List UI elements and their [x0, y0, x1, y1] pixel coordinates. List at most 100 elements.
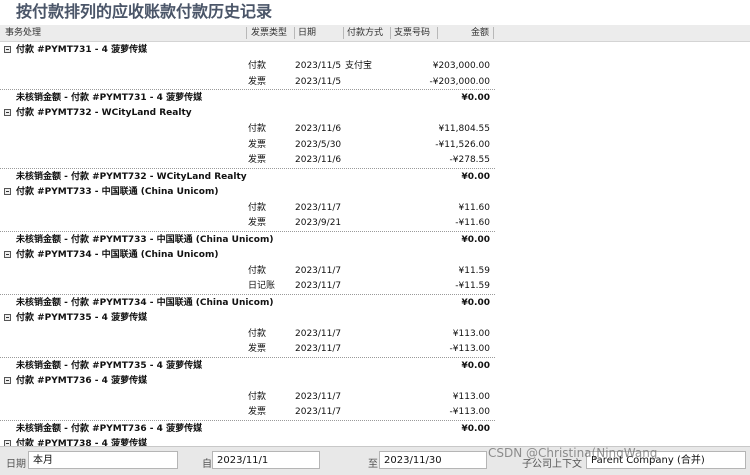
- payment-group-label[interactable]: 付款 #PYMT732 - WCityLand Realty: [16, 105, 192, 121]
- subtotal-amount: ¥0.00: [461, 93, 490, 104]
- table-row[interactable]: 付款 2023/11/5 支付宝 ¥203,000.00: [0, 58, 495, 74]
- unapplied-subtotal-row: 未核销金额 - 付款 #PYMT731 - 4 菠萝传媒 ¥0.00: [0, 89, 495, 106]
- table-row[interactable]: 付款 2023/11/6 ¥11,804.55: [0, 121, 495, 137]
- unapplied-subtotal-row: 未核销金额 - 付款 #PYMT735 - 4 菠萝传媒 ¥0.00: [0, 357, 495, 374]
- row-type: 发票: [248, 76, 267, 87]
- subtotal-amount: ¥0.00: [461, 298, 490, 308]
- payment-group-label[interactable]: 付款 #PYMT735 - 4 菠萝传媒: [16, 310, 147, 326]
- subtotal-label: 未核销金额 - 付款 #PYMT734 - 中国联通 (China Unicom…: [16, 298, 274, 308]
- to-date-label: 至: [368, 459, 378, 470]
- row-type: 付款: [248, 391, 267, 402]
- payment-group-label[interactable]: 付款 #PYMT736 - 4 菠萝传媒: [16, 373, 147, 389]
- row-type: 付款: [248, 123, 267, 134]
- table-row[interactable]: 付款 2023/11/7 ¥11.60: [0, 200, 495, 216]
- column-divider[interactable]: [294, 27, 295, 39]
- table-row[interactable]: 发票 2023/5/30 -¥11,526.00: [0, 137, 495, 153]
- unapplied-subtotal-row: 未核销金额 - 付款 #PYMT734 - 中国联通 (China Unicom…: [0, 294, 495, 311]
- payment-group-header[interactable]: 付款 #PYMT733 - 中国联通 (China Unicom): [0, 184, 495, 200]
- collapse-toggle-icon[interactable]: [4, 376, 11, 384]
- payment-group-header[interactable]: 付款 #PYMT738 - 4 菠萝传媒: [0, 436, 495, 446]
- row-amount: ¥113.00: [452, 391, 490, 402]
- payment-group-header[interactable]: 付款 #PYMT736 - 4 菠萝传媒: [0, 373, 495, 389]
- unapplied-subtotal-row: 未核销金额 - 付款 #PYMT736 - 4 菠萝传媒 ¥0.00: [0, 420, 495, 437]
- column-header-method[interactable]: 付款方式: [347, 25, 387, 41]
- collapse-toggle-icon[interactable]: [4, 109, 11, 116]
- subtotal-amount: ¥0.00: [461, 172, 490, 182]
- row-date: 2023/11/7: [295, 202, 342, 213]
- date-range-select[interactable]: 本月: [28, 451, 178, 469]
- row-type: 发票: [248, 139, 267, 150]
- collapse-toggle-icon[interactable]: [4, 187, 11, 195]
- row-type: 付款: [248, 328, 267, 339]
- filter-bar: 日期 本月 自 2023/11/1 至 2023/11/30 子公司上下文 Pa…: [0, 446, 750, 475]
- from-date-label: 自: [202, 459, 212, 470]
- row-date: 2023/9/21: [295, 218, 342, 229]
- column-header-bar: 事务处理 发票类型 日期 付款方式 支票号码 金额: [0, 25, 750, 42]
- table-row[interactable]: 付款 2023/11/7 ¥113.00: [0, 389, 495, 405]
- payment-group-label[interactable]: 付款 #PYMT738 - 4 菠萝传媒: [16, 436, 147, 446]
- collapse-toggle-icon[interactable]: [4, 46, 11, 53]
- from-date-input[interactable]: 2023/11/1: [212, 451, 320, 469]
- column-divider[interactable]: [437, 27, 438, 39]
- subtotal-amount: ¥0.00: [461, 235, 490, 245]
- payment-group-label[interactable]: 付款 #PYMT731 - 4 菠萝传媒: [16, 42, 147, 58]
- row-amount: ¥203,000.00: [432, 60, 490, 71]
- row-date: 2023/11/5: [295, 76, 342, 87]
- subtotal-label: 未核销金额 - 付款 #PYMT732 - WCityLand Realty: [16, 172, 247, 182]
- row-amount: -¥278.55: [449, 155, 490, 166]
- column-header-check-number[interactable]: 支票号码: [394, 25, 434, 41]
- table-row[interactable]: 发票 2023/11/7 -¥113.00: [0, 404, 495, 420]
- table-row[interactable]: 日记账 2023/11/7 -¥11.59: [0, 278, 495, 294]
- collapse-toggle-icon[interactable]: [4, 250, 11, 258]
- column-divider[interactable]: [493, 27, 494, 39]
- table-row[interactable]: 付款 2023/11/7 ¥11.59: [0, 263, 495, 279]
- report-title: 按付款排列的应收账款付款历史记录: [16, 2, 273, 21]
- row-type: 付款: [248, 60, 267, 71]
- row-amount: ¥11,804.55: [438, 123, 490, 134]
- row-amount: -¥11.60: [455, 218, 490, 229]
- subsidiary-select[interactable]: Parent Company (合并): [586, 451, 746, 469]
- row-type: 日记账: [248, 281, 276, 292]
- row-amount: -¥11,526.00: [435, 139, 490, 150]
- column-divider[interactable]: [390, 27, 391, 39]
- payment-group-header[interactable]: 付款 #PYMT732 - WCityLand Realty: [0, 105, 495, 121]
- row-type: 发票: [248, 407, 267, 418]
- table-row[interactable]: 发票 2023/11/5 -¥203,000.00: [0, 74, 495, 90]
- payment-group-label[interactable]: 付款 #PYMT733 - 中国联通 (China Unicom): [16, 184, 218, 200]
- payment-group-header[interactable]: 付款 #PYMT735 - 4 菠萝传媒: [0, 310, 495, 326]
- row-date: 2023/11/7: [295, 344, 342, 355]
- column-header-amount[interactable]: 金额: [441, 25, 489, 41]
- payment-group-label[interactable]: 付款 #PYMT734 - 中国联通 (China Unicom): [16, 247, 218, 263]
- row-amount: -¥113.00: [449, 344, 490, 355]
- subtotal-amount: ¥0.00: [461, 424, 490, 434]
- payment-group-header[interactable]: 付款 #PYMT734 - 中国联通 (China Unicom): [0, 247, 495, 263]
- table-row[interactable]: 发票 2023/9/21 -¥11.60: [0, 215, 495, 231]
- column-divider[interactable]: [246, 27, 247, 39]
- row-date: 2023/11/7: [295, 391, 342, 402]
- column-header-type[interactable]: 发票类型: [251, 25, 291, 41]
- report-body: 付款 #PYMT731 - 4 菠萝传媒 付款 2023/11/5 支付宝 ¥203,0…: [0, 42, 750, 446]
- to-date-input[interactable]: 2023/11/30: [379, 451, 487, 469]
- column-header-date[interactable]: 日期: [298, 25, 340, 41]
- subtotal-label: 未核销金额 - 付款 #PYMT731 - 4 菠萝传媒: [16, 93, 203, 104]
- payment-group-header[interactable]: 付款 #PYMT731 - 4 菠萝传媒: [0, 42, 495, 58]
- column-header-transaction[interactable]: 事务处理: [5, 25, 243, 41]
- table-row[interactable]: 付款 2023/11/7 ¥113.00: [0, 326, 495, 342]
- table-row[interactable]: 发票 2023/11/6 -¥278.55: [0, 152, 495, 168]
- subsidiary-label: 子公司上下文: [522, 459, 582, 470]
- table-row[interactable]: 发票 2023/11/7 -¥113.00: [0, 341, 495, 357]
- row-date: 2023/11/6: [295, 155, 342, 166]
- unapplied-subtotal-row: 未核销金额 - 付款 #PYMT733 - 中国联通 (China Unicom…: [0, 231, 495, 248]
- row-date: 2023/11/7: [295, 281, 342, 292]
- collapse-toggle-icon[interactable]: [4, 313, 11, 321]
- row-type: 发票: [248, 218, 267, 229]
- row-date: 2023/11/7: [295, 328, 342, 339]
- row-type: 付款: [248, 265, 267, 276]
- subtotal-label: 未核销金额 - 付款 #PYMT736 - 4 菠萝传媒: [16, 424, 203, 434]
- date-filter-label: 日期: [6, 459, 26, 470]
- row-date: 2023/11/5: [295, 60, 342, 71]
- column-divider[interactable]: [343, 27, 344, 39]
- row-date: 2023/11/7: [295, 265, 342, 276]
- row-date: 2023/11/7: [295, 407, 342, 418]
- row-amount: -¥203,000.00: [429, 76, 490, 87]
